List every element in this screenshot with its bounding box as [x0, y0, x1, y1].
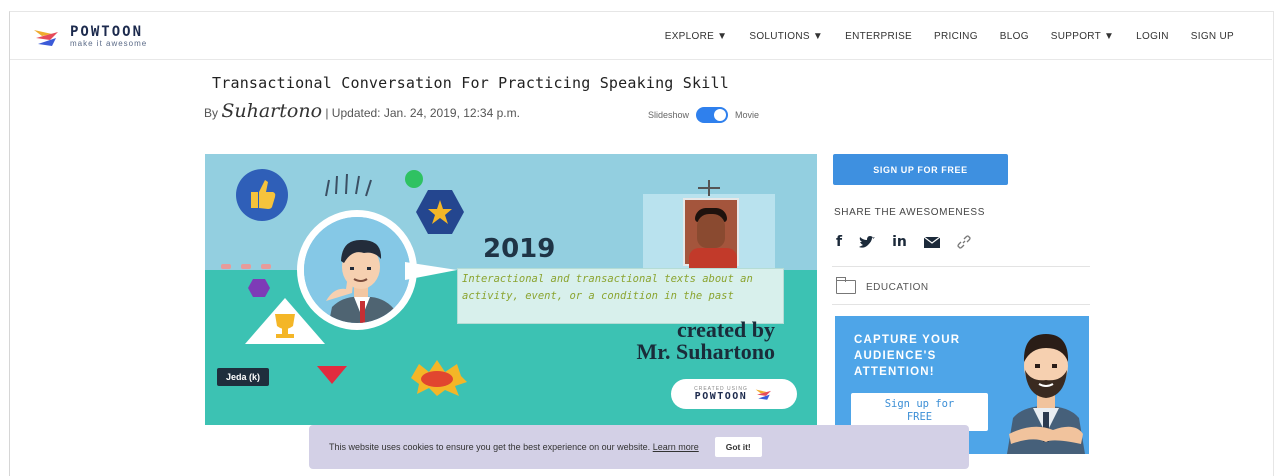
share-icons: f in — [836, 234, 971, 250]
red-triangle-shape — [317, 366, 347, 384]
powtoon-logo[interactable]: POWTOON make it awesome — [32, 25, 147, 48]
powtoon-badge-icon — [755, 389, 771, 400]
share-title: SHARE THE AWESOMENESS — [834, 207, 985, 218]
author-name[interactable]: Suhartono — [221, 100, 322, 122]
nav-support[interactable]: SUPPORT ▼ — [1051, 31, 1114, 42]
badge-brand-text: POWTOON — [694, 390, 748, 402]
nav-explore[interactable]: EXPLORE ▼ — [665, 31, 728, 42]
updated-date: | Updated: Jan. 24, 2019, 12:34 p.m. — [325, 106, 520, 120]
nav-solutions[interactable]: SOLUTIONS ▼ — [749, 31, 823, 42]
created-using-powtoon-badge[interactable]: CREATED USING POWTOON — [671, 379, 797, 409]
presenter-photo — [683, 198, 739, 270]
view-mode-toggle: Slideshow Movie — [648, 107, 759, 123]
folder-icon — [836, 277, 856, 294]
logo-tagline: make it awesome — [70, 39, 148, 48]
mode-switch[interactable] — [696, 107, 729, 123]
email-icon[interactable] — [923, 236, 940, 248]
dots-decoration — [221, 264, 277, 270]
page-title: Transactional Conversation For Practicin… — [212, 74, 729, 92]
toggle-label-movie[interactable]: Movie — [735, 110, 759, 120]
purple-hexagon-shape — [248, 279, 270, 297]
cookie-banner: This website uses cookies to ensure you … — [309, 425, 969, 469]
trophy-triangle-icon — [245, 298, 325, 344]
video-year-text: 2019 — [483, 234, 556, 264]
nav-login[interactable]: LOGIN — [1136, 31, 1169, 42]
ad-line-3: ATTENTION! — [854, 366, 935, 378]
ad-headline: CAPTURE YOUR AUDIENCE'S ATTENTION! — [854, 332, 960, 380]
switch-knob — [714, 109, 727, 121]
facebook-icon[interactable]: f — [836, 234, 842, 250]
bearded-man-illustration — [1007, 334, 1085, 454]
main-nav: EXPLORE ▼ SOLUTIONS ▼ ENTERPRISE PRICING… — [665, 31, 1234, 42]
cookie-text: This website uses cookies to ensure you … — [329, 442, 651, 452]
nav-signup[interactable]: SIGN UP — [1191, 31, 1234, 42]
star-hexagon-icon — [416, 190, 464, 234]
video-subtitle-box: Interactional and transactional texts ab… — [457, 268, 784, 324]
photo-face — [697, 214, 725, 248]
video-player[interactable]: 2019 Interactional and transactional tex… — [205, 154, 817, 425]
ad-button-line-2: FREE — [906, 411, 933, 423]
sign-up-for-free-button[interactable]: SIGN UP FOR FREE — [833, 154, 1008, 185]
category-label: EDUCATION — [866, 281, 929, 293]
site-header: POWTOON make it awesome EXPLORE ▼ SOLUTI… — [10, 12, 1272, 60]
green-dot-shape — [405, 170, 423, 188]
cookie-message: This website uses cookies to ensure you … — [329, 442, 699, 452]
surprise-lines-icon — [325, 173, 372, 197]
twitter-icon[interactable] — [859, 235, 876, 249]
learn-more-link[interactable]: Learn more — [653, 442, 699, 452]
cross-decoration-bar — [698, 187, 720, 189]
ad-button-line-1: Sign up for — [884, 398, 955, 410]
credit-line-1: created by — [677, 317, 775, 342]
photo-shirt — [689, 248, 737, 270]
logo-name: POWTOON — [70, 24, 144, 40]
thumbs-up-icon — [236, 169, 288, 221]
category-divider — [832, 304, 1090, 305]
by-prefix: By — [204, 106, 219, 120]
ad-line-2: AUDIENCE'S — [854, 350, 937, 362]
byline: By Suhartono | Updated: Jan. 24, 2019, 1… — [204, 102, 564, 121]
video-credit: created by Mr. Suhartono — [585, 319, 775, 363]
credit-line-2: Mr. Suhartono — [636, 339, 775, 364]
nav-pricing[interactable]: PRICING — [934, 31, 978, 42]
powtoon-logo-icon — [34, 29, 58, 46]
toggle-label-slideshow[interactable]: Slideshow — [648, 110, 689, 120]
speech-tail-shape — [405, 262, 457, 280]
share-divider — [832, 266, 1090, 267]
link-icon[interactable] — [957, 235, 971, 249]
nav-blog[interactable]: BLOG — [1000, 31, 1029, 42]
nav-enterprise[interactable]: ENTERPRISE — [845, 31, 912, 42]
pause-hint-label: Jeda (k) — [217, 368, 270, 386]
comic-burst-icon — [411, 360, 467, 396]
category-tag[interactable]: EDUCATION — [836, 277, 929, 294]
ad-line-1: CAPTURE YOUR — [854, 334, 961, 346]
cookie-accept-button[interactable]: Got it! — [714, 437, 762, 457]
linkedin-icon[interactable]: in — [892, 234, 907, 250]
